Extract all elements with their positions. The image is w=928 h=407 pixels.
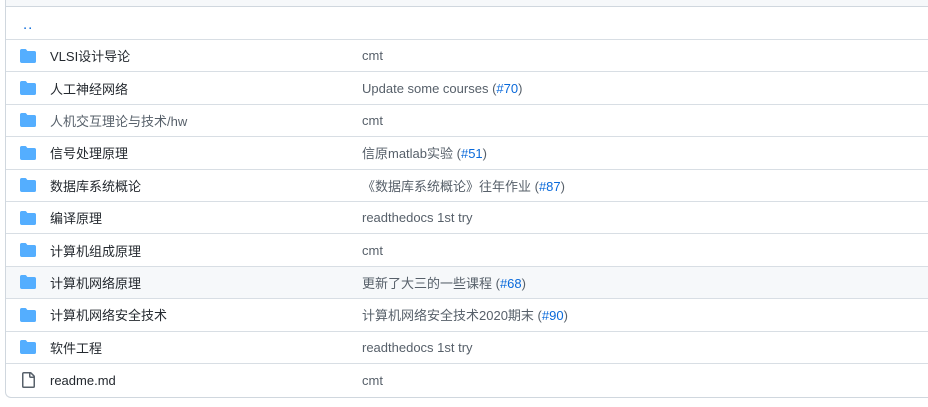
commit-message[interactable]: Update some courses (#70)	[362, 81, 522, 96]
parent-directory-row[interactable]: ..	[6, 7, 928, 40]
commit-message[interactable]: readthedocs 1st try	[362, 210, 473, 225]
folder-icon	[20, 340, 36, 355]
folder-name-link[interactable]: 计算机组成原理	[50, 241, 141, 260]
commit-message[interactable]: cmt	[362, 373, 383, 388]
table-row[interactable]: 人工神经网络 Update some courses (#70)	[6, 72, 928, 105]
table-row[interactable]: 人机交互理论与技术/hw cmt	[6, 105, 928, 138]
folder-icon	[20, 48, 36, 63]
commit-message[interactable]: 计算机网络安全技术2020期末 (#90)	[362, 305, 568, 324]
folder-icon	[20, 210, 36, 225]
table-row[interactable]: 数据库系统概论 《数据库系统概论》往年作业 (#87)	[6, 170, 928, 202]
commit-message[interactable]: 《数据库系统概论》往年作业 (#87)	[362, 176, 565, 195]
pull-request-link[interactable]: #51	[461, 146, 483, 161]
commit-message[interactable]: readthedocs 1st try	[362, 340, 473, 355]
folder-name-link[interactable]: 数据库系统概论	[50, 176, 141, 195]
pull-request-link[interactable]: #87	[539, 179, 561, 194]
table-row[interactable]: 编译原理 readthedocs 1st try	[6, 202, 928, 235]
folder-icon	[20, 81, 36, 96]
folder-name-link[interactable]: 信号处理原理	[50, 143, 128, 162]
parent-directory-link[interactable]: ..	[23, 16, 33, 33]
table-row[interactable]: 计算机网络原理 更新了大三的一些课程 (#68)	[6, 266, 928, 300]
pull-request-link[interactable]: #90	[542, 308, 564, 323]
folder-icon	[20, 307, 36, 322]
folder-name-link[interactable]: 人机交互理论与技术/hw	[50, 111, 187, 130]
commit-message[interactable]: cmt	[362, 48, 383, 63]
commit-message[interactable]: cmt	[362, 243, 383, 258]
folder-name-link[interactable]: 人工神经网络	[50, 79, 128, 98]
folder-icon	[20, 243, 36, 258]
table-row[interactable]: 计算机组成原理 cmt	[6, 234, 928, 267]
folder-name-link[interactable]: 软件工程	[50, 338, 102, 357]
table-row[interactable]: 计算机网络安全技术 计算机网络安全技术2020期末 (#90)	[6, 299, 928, 332]
table-row[interactable]: VLSI设计导论 cmt	[6, 40, 928, 73]
table-row[interactable]: readme.md cmt	[6, 364, 928, 396]
commit-message[interactable]: 更新了大三的一些课程 (#68)	[362, 273, 526, 292]
file-icon	[22, 372, 35, 389]
folder-name-link[interactable]: 计算机网络安全技术	[50, 305, 167, 324]
table-row[interactable]: 信号处理原理 信原matlab实验 (#51)	[6, 137, 928, 170]
pull-request-link[interactable]: #70	[496, 81, 518, 96]
commit-message[interactable]: cmt	[362, 113, 383, 128]
table-row[interactable]: 软件工程 readthedocs 1st try	[6, 332, 928, 364]
file-list-header-strip	[6, 0, 928, 7]
folder-icon	[20, 178, 36, 193]
folder-icon	[20, 113, 36, 128]
folder-name-link[interactable]: 计算机网络原理	[50, 273, 141, 292]
folder-name-link[interactable]: VLSI设计导论	[50, 46, 130, 65]
commit-message[interactable]: 信原matlab实验 (#51)	[362, 143, 487, 162]
folder-icon	[20, 275, 36, 290]
pull-request-link[interactable]: #68	[500, 276, 522, 291]
folder-icon	[20, 145, 36, 160]
file-name-link[interactable]: readme.md	[50, 373, 116, 388]
folder-name-link[interactable]: 编译原理	[50, 208, 102, 227]
file-list: .. VLSI设计导论 cmt 人工神经网络 Update some cours…	[5, 0, 928, 398]
